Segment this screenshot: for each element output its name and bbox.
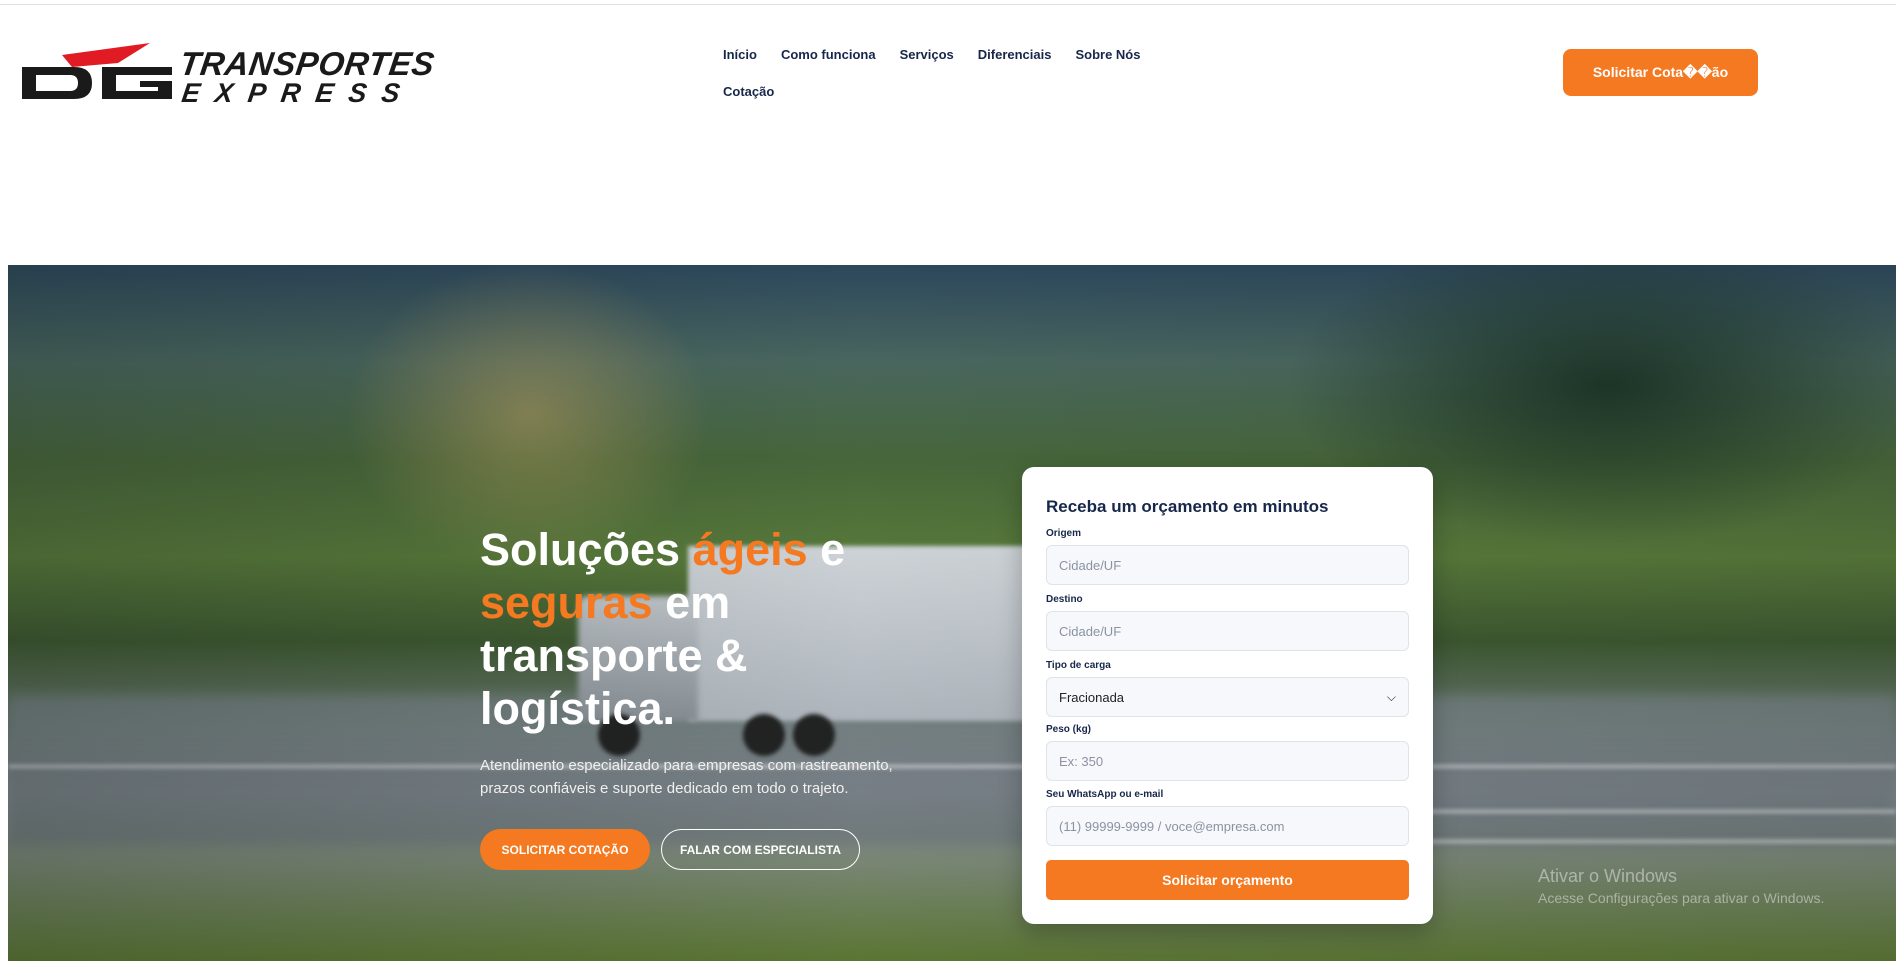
cargo-type-select[interactable]: Fracionada ⌵: [1046, 677, 1409, 717]
origin-input[interactable]: [1046, 545, 1409, 585]
nav-item-sobre-nos[interactable]: Sobre Nós: [1075, 47, 1140, 62]
nav-item-servicos[interactable]: Serviços: [900, 47, 954, 62]
nav-item-diferenciais[interactable]: Diferenciais: [978, 47, 1052, 62]
hero-title-accent: ágeis: [692, 524, 808, 575]
windows-activation-subtitle: Acesse Configurações para ativar o Windo…: [1538, 890, 1825, 906]
main-nav: Início Como funciona Serviços Diferencia…: [723, 39, 1143, 106]
header-quote-button[interactable]: Solicitar Cota��ão: [1563, 49, 1758, 96]
origin-label: Origem: [1046, 528, 1082, 539]
quote-form-card: Receba um orçamento em minutos Origem De…: [1022, 467, 1433, 924]
talk-to-specialist-button[interactable]: FALAR COM ESPECIALISTA: [661, 829, 860, 870]
nav-item-como-funciona[interactable]: Como funciona: [781, 47, 876, 62]
hero-title-text: e: [807, 524, 846, 575]
logo-line2: EXPRESS: [179, 78, 417, 108]
hero-quote-button[interactable]: SOLICITAR COTAÇÃO: [480, 829, 650, 870]
logo[interactable]: TRANSPORTES EXPRESS: [22, 41, 472, 108]
nav-item-cotacao[interactable]: Cotação: [723, 84, 774, 99]
quote-form-title: Receba um orçamento em minutos: [1046, 497, 1329, 516]
hero-title-text: Soluções: [480, 524, 693, 575]
hero-title-accent: seguras: [480, 577, 653, 628]
destination-label: Destino: [1046, 594, 1083, 605]
site-header: TRANSPORTES EXPRESS Início Como funciona…: [0, 5, 1896, 265]
hero-subtitle: Atendimento especializado para empresas …: [480, 757, 893, 797]
hero-section: Soluções ágeis e seguras em transporte &…: [8, 265, 1896, 961]
windows-activation-title: Ativar o Windows: [1538, 866, 1678, 886]
hero-overlay: [8, 265, 1896, 961]
contact-input[interactable]: [1046, 806, 1409, 846]
destination-input[interactable]: [1046, 611, 1409, 651]
cargo-type-value: Fracionada: [1059, 689, 1125, 705]
weight-input[interactable]: [1046, 741, 1409, 781]
nav-item-inicio[interactable]: Início: [723, 47, 757, 62]
page: TRANSPORTES EXPRESS Início Como funciona…: [0, 0, 1896, 961]
contact-label: Seu WhatsApp ou e-mail: [1046, 789, 1164, 800]
hero-title: Soluções ágeis e seguras em transporte &…: [480, 523, 920, 735]
chevron-down-icon: ⌵: [1386, 689, 1396, 704]
cargo-type-label: Tipo de carga: [1046, 660, 1111, 671]
submit-quote-button[interactable]: Solicitar orçamento: [1046, 860, 1409, 900]
weight-label: Peso (kg): [1046, 724, 1092, 735]
